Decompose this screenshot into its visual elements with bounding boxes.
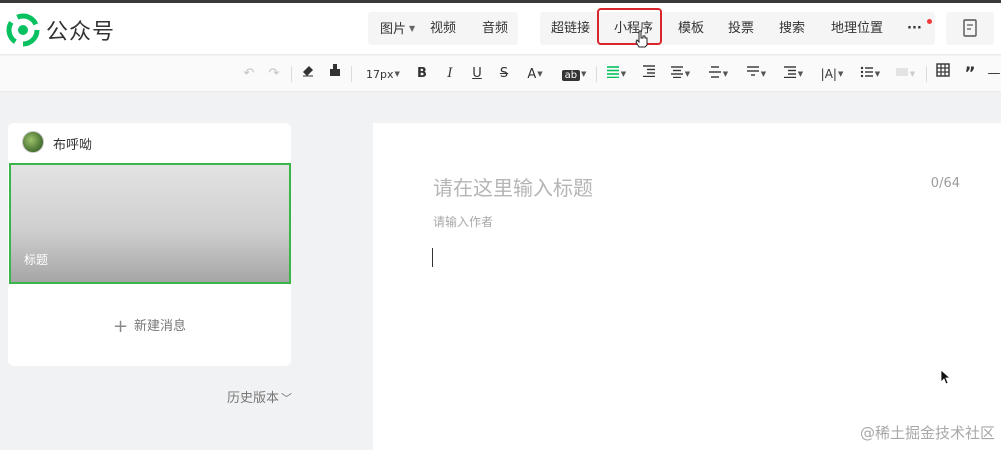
line-height-icon[interactable]: ▼ [704, 63, 732, 85]
toolbar-divider [291, 66, 292, 82]
media-insert-group: 图片 ▼ 视频 音频 [368, 12, 518, 45]
table-icon[interactable] [934, 63, 952, 85]
image-insert-button[interactable]: 图片 ▼ [380, 12, 415, 45]
article-editor: 请在这里输入标题 0/64 请输入作者 [373, 123, 1001, 450]
app-name: 公众号 [46, 20, 116, 45]
hyperlink-button[interactable]: 超链接 [551, 12, 590, 45]
toolbar-divider [596, 66, 597, 82]
format-painter-icon[interactable] [326, 63, 344, 85]
quote-icon[interactable]: ” [961, 63, 979, 85]
watermark: @稀土掘金技术社区 [859, 424, 995, 442]
history-versions-button[interactable]: 历史版本 ﹀ [227, 387, 292, 406]
article-cover-selected[interactable]: 标题 [9, 163, 291, 284]
bullet-list-icon[interactable]: ▼ [856, 63, 884, 85]
letter-spacing-icon[interactable]: |A|▼ [817, 63, 847, 85]
bold-button[interactable]: B [414, 63, 430, 85]
mouse-pointer-icon [940, 369, 952, 385]
cover-title: 标题 [24, 253, 49, 267]
align-center-icon[interactable]: ▼ [666, 63, 694, 85]
toolbar-divider [926, 66, 927, 82]
article-list-card: 布呼呦 标题 + 新建消息 [8, 123, 291, 366]
background-color-button[interactable]: ab ▼ [559, 63, 589, 85]
caret-down-icon: ▼ [409, 24, 416, 33]
search-button[interactable]: 搜索 [779, 12, 805, 45]
align-left-icon[interactable]: ▼ [603, 63, 629, 85]
strikethrough-button[interactable]: S [496, 63, 512, 85]
divider-icon[interactable]: — [987, 63, 1001, 85]
account-name: 布呼呦 [53, 138, 93, 153]
video-insert-button[interactable]: 视频 [430, 12, 456, 45]
notification-dot [927, 19, 932, 24]
image-float-icon[interactable]: ▼ [891, 63, 919, 85]
text-caret [432, 248, 433, 267]
title-input[interactable]: 请在这里输入标题 [433, 172, 593, 201]
list-indent-icon[interactable]: ▼ [779, 63, 807, 85]
template-button[interactable]: 模板 [678, 12, 704, 45]
new-message-button[interactable]: + 新建消息 [8, 315, 291, 337]
chevron-down-icon: ﹀ [281, 392, 293, 405]
paragraph-spacing-icon[interactable]: ▼ [742, 63, 770, 85]
toolbar-divider [351, 66, 352, 82]
vote-button[interactable]: 投票 [728, 12, 754, 45]
undo-icon[interactable]: ↶ [241, 63, 257, 85]
content-insert-group: 超链接 小程序 模板 投票 搜索 地理位置 ··· [540, 12, 935, 45]
hand-pointer-cursor-icon [635, 30, 648, 48]
title-char-counter: 0/64 [930, 176, 960, 191]
account-avatar [22, 131, 44, 153]
author-input[interactable]: 请输入作者 [433, 213, 493, 230]
new-message-label: 新建消息 [134, 319, 187, 334]
plus-icon: + [112, 316, 129, 337]
wechat-official-account-logo [6, 13, 40, 47]
more-button[interactable]: ··· [907, 12, 922, 45]
redo-icon[interactable]: ↷ [266, 63, 282, 85]
header-bar: 公众号 图片 ▼ 视频 音频 超链接 小程序 模板 投票 搜索 地理位置 ··· [0, 3, 1001, 55]
document-preview-icon [963, 19, 977, 37]
audio-insert-button[interactable]: 音频 [482, 12, 508, 45]
location-button[interactable]: 地理位置 [831, 12, 883, 45]
font-color-button[interactable]: A▼ [522, 63, 548, 85]
font-size-select[interactable]: 17px▼ [361, 63, 405, 85]
italic-button[interactable]: I [442, 63, 458, 85]
indent-icon[interactable] [640, 63, 658, 85]
underline-button[interactable]: U [469, 63, 485, 85]
clear-format-icon[interactable] [299, 63, 317, 85]
preview-button[interactable] [946, 12, 994, 45]
format-toolbar: ↶ ↷ 17px▼ B I U S A▼ ab ▼ ▼ ▼ ▼ ▼ ▼ |A|▼ … [0, 56, 1001, 92]
